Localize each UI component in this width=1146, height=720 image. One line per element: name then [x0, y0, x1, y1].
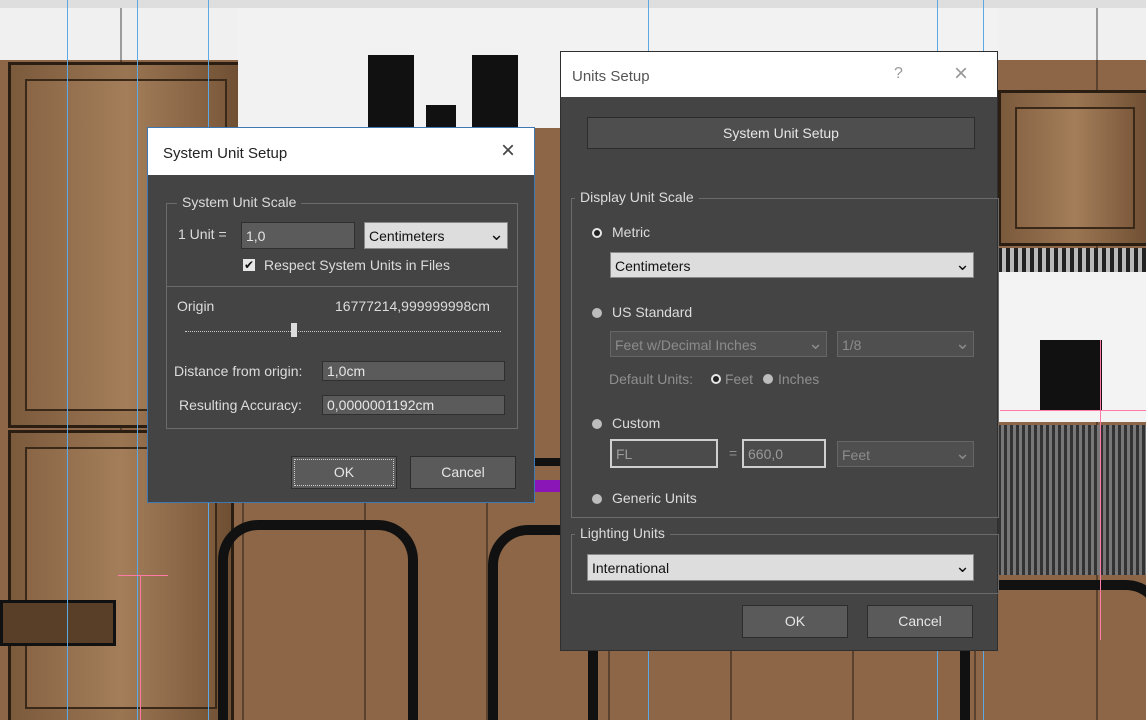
- unit-label: 1 Unit =: [178, 226, 227, 242]
- pink-guide: [140, 575, 141, 720]
- respect-units-label: Respect System Units in Files: [264, 257, 450, 273]
- accuracy-field[interactable]: [322, 395, 505, 415]
- guide-line: [67, 0, 68, 720]
- system-unit-setup-button[interactable]: System Unit Setup: [587, 117, 975, 149]
- close-icon[interactable]: ×: [501, 139, 515, 163]
- us-standard-select[interactable]: Feet w/Decimal Inches ⌄: [610, 331, 827, 357]
- chevron-down-icon: ⌄: [955, 254, 971, 274]
- chevron-down-icon: ⌄: [955, 443, 971, 463]
- origin-value: 16777214,999999998cm: [335, 298, 490, 314]
- group-legend: System Unit Scale: [177, 194, 302, 210]
- group-legend: Lighting Units: [575, 525, 670, 541]
- custom-label: Custom: [612, 415, 661, 431]
- unit-type-value: Centimeters: [369, 228, 445, 244]
- pink-guide: [1100, 340, 1101, 640]
- custom-unit-select[interactable]: Feet ⌄: [837, 441, 974, 467]
- origin-label: Origin: [177, 298, 215, 314]
- pink-guide: [118, 575, 168, 576]
- lighting-units-select[interactable]: International ⌄: [587, 554, 974, 581]
- accuracy-label: Resulting Accuracy:: [179, 397, 302, 413]
- system-unit-setup-dialog: System Unit Setup × System Unit Scale 1 …: [148, 128, 534, 502]
- pink-guide: [1000, 410, 1146, 411]
- distance-label: Distance from origin:: [174, 363, 303, 379]
- table-top: [0, 600, 116, 646]
- lighting-units-group: Lighting Units International ⌄: [571, 525, 999, 594]
- chevron-down-icon: ⌄: [808, 333, 824, 353]
- us-standard-value: Feet w/Decimal Inches: [615, 337, 757, 353]
- dialog-title: System Unit Setup: [163, 145, 288, 162]
- bottle-right: [472, 55, 518, 135]
- generic-units-label: Generic Units: [612, 490, 697, 506]
- woven-texture: [998, 425, 1146, 575]
- close-icon[interactable]: ×: [954, 62, 968, 86]
- lighting-units-value: International: [592, 560, 670, 576]
- default-units-label: Default Units:: [609, 371, 694, 387]
- chevron-down-icon: ⌄: [955, 333, 971, 353]
- inches-radio[interactable]: [763, 374, 773, 384]
- title-bar[interactable]: System Unit Setup ×: [148, 128, 534, 175]
- unit-value-field[interactable]: [241, 222, 355, 249]
- origin-group: Origin 16777214,999999998cm Distance fro…: [166, 286, 518, 429]
- origin-slider-thumb[interactable]: [291, 323, 297, 337]
- chevron-down-icon: ⌄: [955, 556, 971, 576]
- origin-slider-track[interactable]: [185, 331, 501, 332]
- group-legend: Display Unit Scale: [575, 189, 699, 205]
- dialog-title: Units Setup: [572, 68, 650, 85]
- equals-label: =: [729, 445, 738, 461]
- guide-line: [137, 0, 138, 720]
- display-unit-scale-group: Display Unit Scale Metric Centimeters ⌄ …: [571, 189, 999, 518]
- custom-unit-value: Feet: [842, 447, 871, 463]
- cabinet-trim: [998, 248, 1146, 272]
- metric-label: Metric: [612, 224, 651, 240]
- title-bar[interactable]: Units Setup ? ×: [561, 52, 997, 97]
- bar-stool-left: [218, 520, 418, 720]
- metric-radio[interactable]: [592, 228, 602, 238]
- system-unit-scale-group: System Unit Scale 1 Unit = Centimeters ⌄…: [166, 194, 518, 287]
- metric-select[interactable]: Centimeters ⌄: [610, 252, 974, 278]
- us-fraction-select[interactable]: 1/8 ⌄: [837, 331, 974, 357]
- respect-units-checkbox[interactable]: ✔: [243, 259, 255, 271]
- us-standard-label: US Standard: [612, 304, 693, 320]
- top-strip: [0, 0, 1146, 8]
- cancel-button[interactable]: Cancel: [410, 456, 516, 489]
- units-setup-dialog: Units Setup ? × System Unit Setup Displa…: [561, 52, 999, 650]
- cabinet-panel-inner: [1015, 107, 1135, 229]
- generic-units-radio[interactable]: [592, 494, 602, 504]
- chevron-down-icon: ⌄: [489, 224, 505, 244]
- custom-radio[interactable]: [592, 419, 602, 429]
- us-fraction-value: 1/8: [842, 337, 862, 353]
- unit-type-select[interactable]: Centimeters ⌄: [364, 222, 508, 249]
- distance-field[interactable]: [322, 361, 505, 381]
- cabinet-panel-right: [998, 90, 1146, 246]
- cancel-button[interactable]: Cancel: [867, 605, 973, 638]
- custom-value-field[interactable]: [742, 439, 826, 468]
- wall-outlet: [1040, 340, 1102, 410]
- feet-radio[interactable]: [711, 374, 721, 384]
- help-icon[interactable]: ?: [894, 64, 903, 84]
- feet-label: Feet: [725, 371, 754, 387]
- custom-name-field[interactable]: [610, 439, 718, 468]
- metric-value: Centimeters: [615, 258, 691, 274]
- ok-button[interactable]: OK: [291, 456, 397, 489]
- us-standard-radio[interactable]: [592, 308, 602, 318]
- bottle-left: [368, 55, 414, 135]
- ok-button[interactable]: OK: [742, 605, 848, 638]
- inches-label: Inches: [778, 371, 820, 387]
